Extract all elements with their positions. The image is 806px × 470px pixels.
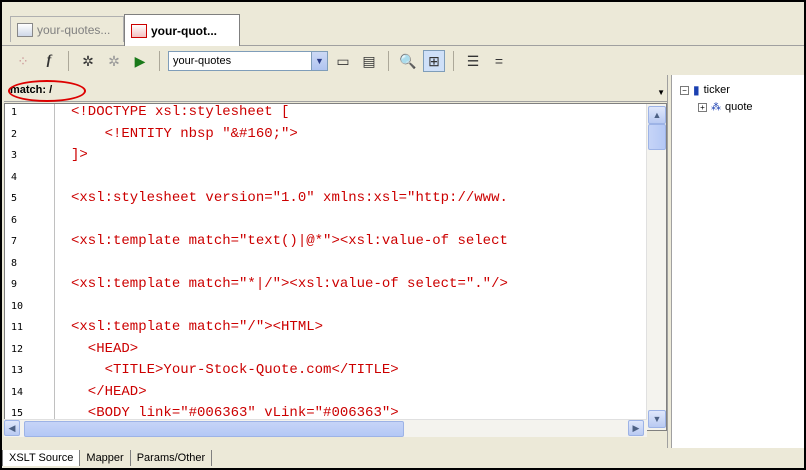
match-bar[interactable]: match: / ▼: [4, 80, 667, 102]
tab-xslt-source[interactable]: XSLT Source: [2, 450, 81, 466]
line-number: 15: [11, 408, 24, 419]
element-group-icon: ⁂: [711, 101, 721, 113]
line-number: 4: [11, 171, 18, 183]
tree-node-ticker[interactable]: − ▮ ticker: [680, 83, 730, 97]
equals-icon[interactable]: =: [488, 50, 510, 72]
line-number: 2: [11, 128, 18, 140]
line-number: 3: [11, 150, 18, 161]
line-number: 14: [11, 386, 24, 398]
editor-window: your-quotes... your-quot... ⁘ f ✲ ✲ ▶ yo…: [0, 0, 806, 470]
find-icon[interactable]: 🔍: [397, 50, 419, 72]
schema-tree: − ▮ ticker + ⁂ quote: [671, 75, 804, 448]
code-line[interactable]: <xsl:stylesheet version="1.0" xmlns:xsl=…: [71, 190, 508, 206]
line-number: 7: [11, 236, 18, 247]
tab-your-quotes-2[interactable]: your-quot...: [124, 14, 240, 46]
line-number: 10: [11, 300, 24, 312]
line-number: 13: [11, 365, 24, 376]
toolbar: ⁘ f ✲ ✲ ▶ your-quotes ▼ ▭ ▤ 🔍 ⊞ ☰ =: [2, 47, 804, 75]
line-number: 12: [11, 343, 24, 355]
code-line[interactable]: <TITLE>Your-Stock-Quote.com</TITLE>: [71, 362, 399, 378]
code-line[interactable]: ]>: [71, 147, 88, 163]
element-icon: ▮: [693, 83, 700, 97]
tab-params-other[interactable]: Params/Other: [131, 450, 213, 466]
line-number: 6: [11, 214, 18, 226]
bottom-tabs: XSLT Source Mapper Params/Other: [2, 448, 804, 468]
line-number-gutter: 1 2 3 4 5 6 7 8 9 10 11 12 13 14 15: [5, 104, 55, 430]
scroll-thumb[interactable]: [648, 124, 666, 150]
tree-icon[interactable]: ⊞: [423, 50, 445, 72]
run-icon[interactable]: ▶: [129, 50, 151, 72]
source-select[interactable]: your-quotes ▼: [168, 51, 328, 71]
toolbar-separator: [68, 51, 69, 71]
code-line[interactable]: <!ENTITY nbsp "&#160;">: [71, 126, 298, 142]
no-xpath-icon[interactable]: ✲: [103, 50, 125, 72]
output-icon[interactable]: ▤: [358, 50, 380, 72]
vertical-scrollbar[interactable]: ▲ ▼: [646, 104, 666, 430]
toolbar-separator: [453, 51, 454, 71]
code-line[interactable]: <xsl:template match="text()|@*"><xsl:val…: [71, 233, 508, 249]
tab-your-quotes-1[interactable]: your-quotes...: [10, 16, 124, 42]
browse-icon[interactable]: ▭: [332, 50, 354, 72]
indent-icon[interactable]: ☰: [462, 50, 484, 72]
h-scroll-thumb[interactable]: [24, 421, 404, 437]
code-line[interactable]: <!DOCTYPE xsl:stylesheet [: [71, 104, 289, 120]
expand-icon[interactable]: +: [698, 102, 707, 112]
line-number: 11: [11, 322, 24, 333]
function-icon[interactable]: f: [38, 50, 60, 72]
toolbar-separator: [388, 51, 389, 71]
chevron-down-icon[interactable]: ▼: [657, 88, 665, 97]
scroll-down-icon[interactable]: ▼: [648, 410, 666, 428]
chevron-down-icon[interactable]: ▼: [311, 52, 327, 70]
tree-node-quote[interactable]: + ⁂ quote: [698, 101, 753, 113]
horizontal-scrollbar[interactable]: ◀ ▶: [4, 419, 647, 437]
collapse-icon[interactable]: −: [680, 85, 689, 95]
scroll-left-icon[interactable]: ◀: [4, 420, 20, 436]
xslt-source-editor[interactable]: 1 2 3 4 5 6 7 8 9 10 11 12 13 14 15 <!DOCTYPE xsl:styl…: [4, 103, 667, 431]
line-number: 5: [11, 193, 18, 204]
code-line[interactable]: <HEAD>: [71, 341, 138, 357]
code-line[interactable]: <xsl:template match="*|/"><xsl:value-of …: [71, 276, 508, 292]
tab-label: your-quot...: [151, 23, 217, 38]
tree-node-label: quote: [725, 101, 753, 113]
document-icon: [17, 22, 33, 37]
code-line[interactable]: <xsl:template match="/"><HTML>: [71, 319, 323, 335]
tree-node-label: ticker: [703, 84, 730, 96]
line-number: 8: [11, 257, 18, 269]
document-tabs: your-quotes... your-quot...: [2, 2, 804, 46]
scroll-up-icon[interactable]: ▲: [648, 106, 666, 124]
highlight-circle: [8, 80, 86, 102]
scroll-right-icon[interactable]: ▶: [628, 420, 644, 436]
toolbar-separator: [159, 51, 160, 71]
tab-mapper[interactable]: Mapper: [80, 450, 131, 466]
code-line[interactable]: </HEAD>: [71, 384, 147, 400]
source-select-value: your-quotes: [173, 55, 232, 67]
xsl-document-icon: [131, 23, 147, 38]
line-number: 9: [11, 279, 18, 290]
tab-label: your-quotes...: [37, 22, 111, 37]
xpath-icon[interactable]: ✲: [77, 50, 99, 72]
line-number: 1: [11, 107, 18, 118]
pointer-icon[interactable]: ⁘: [12, 50, 34, 72]
